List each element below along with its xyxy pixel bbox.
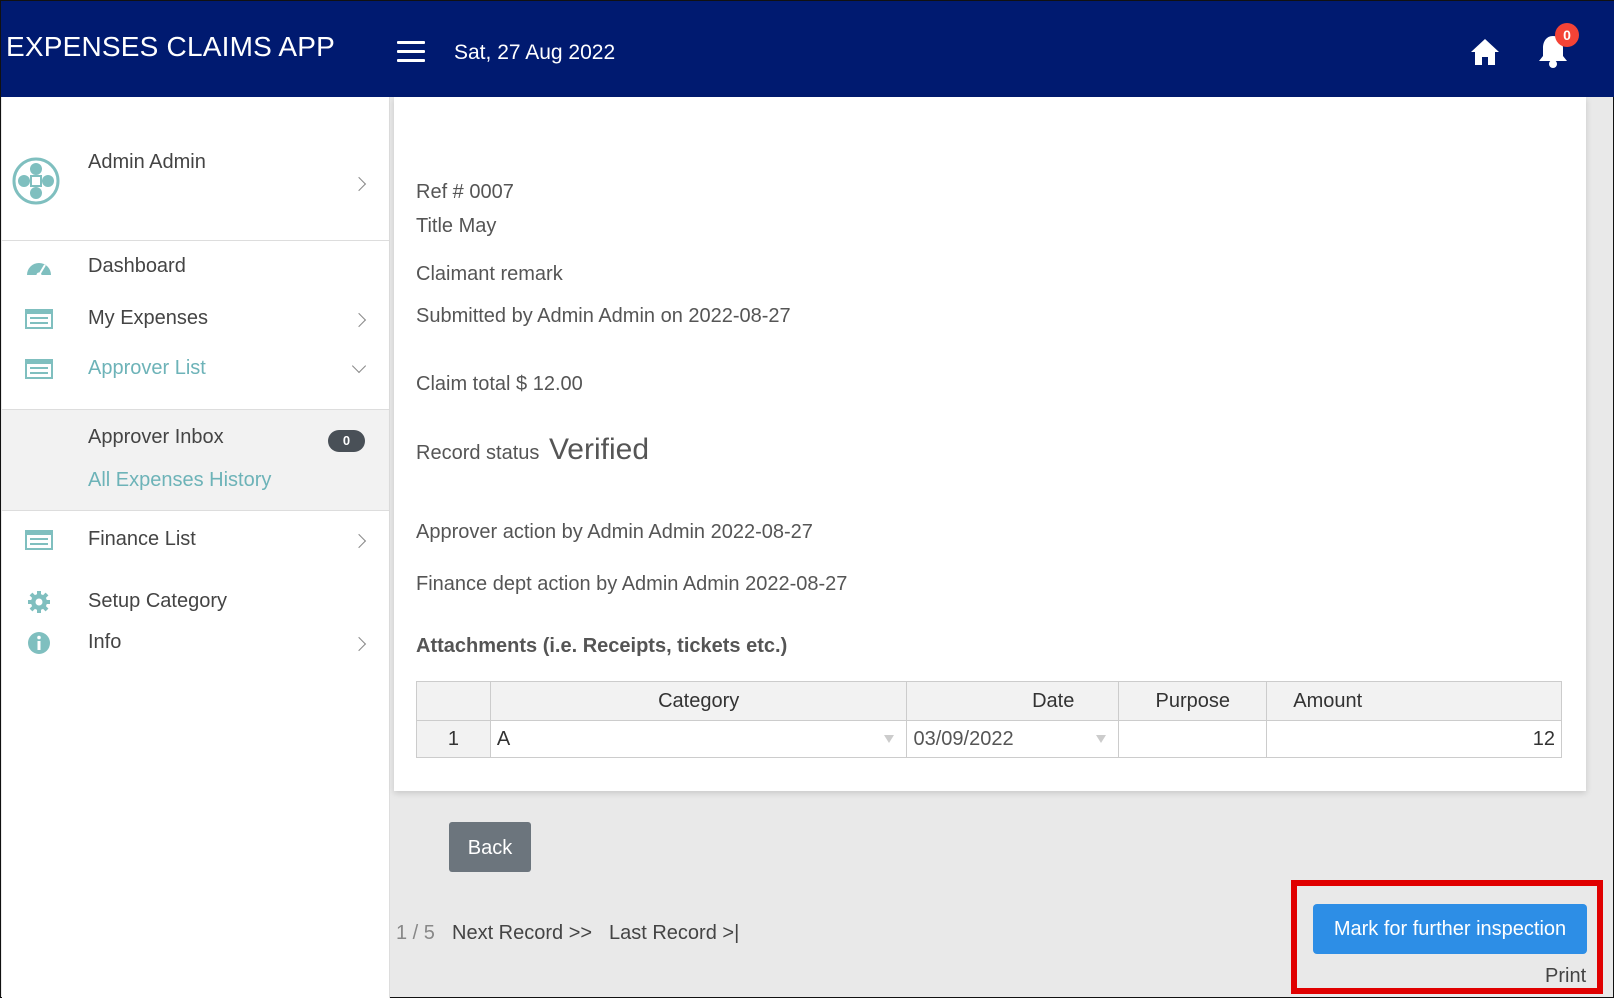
sidebar-item-label: My Expenses xyxy=(88,307,209,329)
dropdown-arrow-icon xyxy=(884,735,895,743)
record-status-label: Record status xyxy=(416,442,540,464)
dropdown-arrow-icon xyxy=(1096,735,1107,743)
sidebar: Admin Admin Dashboard My Expenses Approv… xyxy=(2,97,390,998)
info-icon xyxy=(28,632,50,654)
sidebar-item-approver-inbox[interactable]: Approver Inbox xyxy=(88,426,224,449)
chevron-right-icon xyxy=(351,312,367,328)
date-select[interactable]: 03/09/2022 xyxy=(906,720,1120,758)
claimant-remark: Claimant remark xyxy=(416,263,563,285)
date-value: 03/09/2022 xyxy=(913,727,1014,750)
attachments-title: Attachments (i.e. Receipts, tickets etc.… xyxy=(416,635,788,657)
purpose-cell[interactable] xyxy=(1118,720,1268,758)
column-header-amount: Amount xyxy=(1266,681,1562,721)
submitted-info: Submitted by Admin Admin on 2022-08-27 xyxy=(416,305,791,327)
column-header-index xyxy=(416,681,491,721)
record-page-count: 1 / 5 xyxy=(396,922,435,944)
home-icon[interactable] xyxy=(1469,37,1501,67)
list-icon xyxy=(25,309,53,329)
chevron-down-icon xyxy=(351,358,367,374)
claim-total: Claim total $ 12.00 xyxy=(416,373,583,395)
dashboard-icon xyxy=(27,263,51,278)
sidebar-item-label: Setup Category xyxy=(88,590,227,612)
column-header-category: Category xyxy=(489,681,908,721)
back-button[interactable]: Back xyxy=(449,822,531,872)
sidebar-item-all-expenses-history[interactable]: All Expenses History xyxy=(88,469,271,492)
table-header-row: Category Date Purpose Amount xyxy=(416,681,1562,721)
chevron-right-icon xyxy=(351,176,367,192)
sidebar-item-approver-list[interactable]: Approver List xyxy=(2,349,389,389)
claim-title: Title May xyxy=(416,215,497,237)
record-status: Record status Verified xyxy=(416,433,649,467)
finance-action: Finance dept action by Admin Admin 2022-… xyxy=(416,573,848,595)
sidebar-item-info[interactable]: Info xyxy=(2,623,389,663)
list-icon xyxy=(25,359,53,379)
top-navbar: EXPENSES CLAIMS APP Sat, 27 Aug 2022 0 xyxy=(1,1,1614,97)
sidebar-item-dashboard[interactable]: Dashboard xyxy=(2,247,389,287)
menu-toggle-icon[interactable] xyxy=(397,41,425,63)
notification-badge: 0 xyxy=(1555,23,1579,47)
attachments-table: Category Date Purpose Amount 1 A 03/09/2… xyxy=(416,681,1562,758)
gear-icon xyxy=(28,591,50,613)
record-status-value: Verified xyxy=(548,433,650,466)
approver-action: Approver action by Admin Admin 2022-08-2… xyxy=(416,521,813,543)
column-header-purpose: Purpose xyxy=(1118,681,1268,721)
app-title[interactable]: EXPENSES CLAIMS APP xyxy=(6,31,335,63)
inbox-count-badge: 0 xyxy=(328,430,365,452)
claim-detail-card: Ref # 0007 Title May Claimant remark Sub… xyxy=(394,97,1586,791)
approver-submenu: Approver Inbox 0 All Expenses History xyxy=(2,409,389,511)
sidebar-item-my-expenses[interactable]: My Expenses xyxy=(2,299,389,339)
user-profile-menu[interactable]: Admin Admin xyxy=(2,97,389,241)
sidebar-item-label: Finance List xyxy=(88,528,196,550)
next-record-link[interactable]: Next Record >> xyxy=(452,922,592,945)
category-value: A xyxy=(496,727,511,750)
sidebar-item-label: Info xyxy=(88,631,122,653)
current-date: Sat, 27 Aug 2022 xyxy=(454,41,616,64)
sidebar-item-label: Dashboard xyxy=(88,255,186,277)
sidebar-item-label: Approver List xyxy=(88,357,206,379)
claim-ref: Ref # 0007 xyxy=(416,181,514,203)
column-header-date: Date xyxy=(906,681,1120,721)
print-link[interactable]: Print xyxy=(1545,965,1586,988)
sidebar-item-finance-list[interactable]: Finance List xyxy=(2,520,389,560)
table-row: 1 A 03/09/2022 12 xyxy=(416,720,1562,758)
user-name: Admin Admin xyxy=(88,151,206,173)
list-icon xyxy=(25,530,53,550)
row-number: 1 xyxy=(416,720,491,758)
avatar-icon xyxy=(12,157,60,205)
chevron-right-icon xyxy=(351,533,367,549)
sidebar-item-setup-category[interactable]: Setup Category xyxy=(2,582,389,622)
mark-for-inspection-button[interactable]: Mark for further inspection xyxy=(1313,904,1587,954)
last-record-link[interactable]: Last Record >| xyxy=(609,922,739,945)
category-select[interactable]: A xyxy=(489,720,908,758)
chevron-right-icon xyxy=(351,636,367,652)
amount-cell[interactable]: 12 xyxy=(1266,720,1562,758)
